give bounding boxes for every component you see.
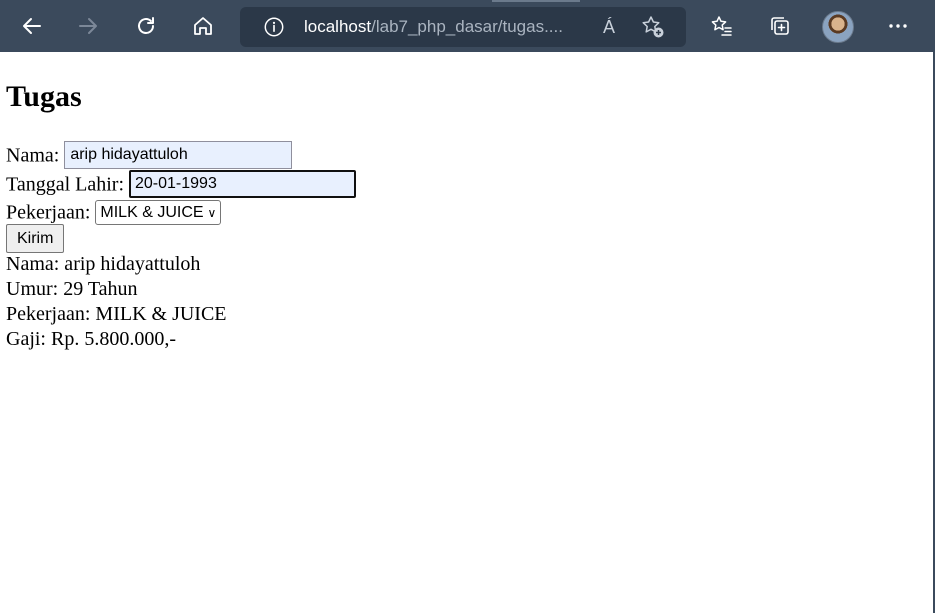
browser-toolbar: localhost/lab7_php_dasar/tugas.... Á <box>0 0 935 52</box>
submit-row: Kirim <box>6 223 65 253</box>
home-icon <box>194 17 212 35</box>
tanggal-lahir-label: Tanggal Lahir: <box>6 173 124 196</box>
add-favorite-button[interactable] <box>640 14 666 40</box>
url-path: /lab7_php_dasar/tugas.... <box>371 17 563 36</box>
profile-avatar[interactable] <box>822 11 854 43</box>
back-button[interactable] <box>14 8 50 44</box>
pekerjaan-label: Pekerjaan: <box>6 201 91 224</box>
read-aloud-icon[interactable]: Á <box>596 15 622 39</box>
result-gaji: Gaji: Rp. 5.800.000,- <box>6 328 176 350</box>
favorites-button[interactable] <box>704 8 740 44</box>
address-bar[interactable]: localhost/lab7_php_dasar/tugas.... Á <box>240 7 686 47</box>
page-title: Tugas <box>6 80 82 113</box>
collections-icon <box>771 17 789 35</box>
back-arrow-icon <box>23 18 41 34</box>
favorites-list-icon <box>711 16 732 36</box>
forward-arrow-icon <box>79 18 97 34</box>
nama-row: Nama: arip hidayattuloh <box>6 140 293 170</box>
pekerjaan-select[interactable]: MILK & JUICE ∨ <box>95 199 222 225</box>
home-button[interactable] <box>185 8 221 44</box>
nama-input[interactable]: arip hidayattuloh <box>64 141 293 170</box>
collections-button[interactable] <box>762 8 798 44</box>
star-plus-icon <box>642 16 664 38</box>
more-menu-button[interactable] <box>880 8 916 44</box>
result-nama: Nama: arip hidayattuloh <box>6 253 201 275</box>
tanggal-lahir-input[interactable]: 20-01-1993 <box>129 170 356 199</box>
more-dots-icon <box>889 24 907 28</box>
pekerjaan-row: Pekerjaan: MILK & JUICE ∨ <box>6 197 222 225</box>
refresh-icon <box>138 17 154 34</box>
nama-label: Nama: <box>6 144 60 167</box>
result-pekerjaan: Pekerjaan: MILK & JUICE <box>6 303 227 325</box>
read-aloud-label: Á <box>602 16 615 37</box>
tab-indicator <box>492 0 580 2</box>
result-umur: Umur: 29 Tahun <box>6 278 138 300</box>
tanggal-lahir-row: Tanggal Lahir: 20-01-1993 <box>6 169 356 199</box>
url-host: localhost <box>304 17 372 36</box>
refresh-button[interactable] <box>128 8 164 44</box>
url-text[interactable]: localhost/lab7_php_dasar/tugas.... <box>304 7 578 47</box>
forward-button[interactable] <box>70 8 106 44</box>
chevron-down-icon: ∨ <box>207 205 217 220</box>
pekerjaan-selected: MILK & JUICE <box>100 203 204 221</box>
kirim-button[interactable]: Kirim <box>6 224 65 253</box>
site-info-icon[interactable] <box>262 15 286 39</box>
